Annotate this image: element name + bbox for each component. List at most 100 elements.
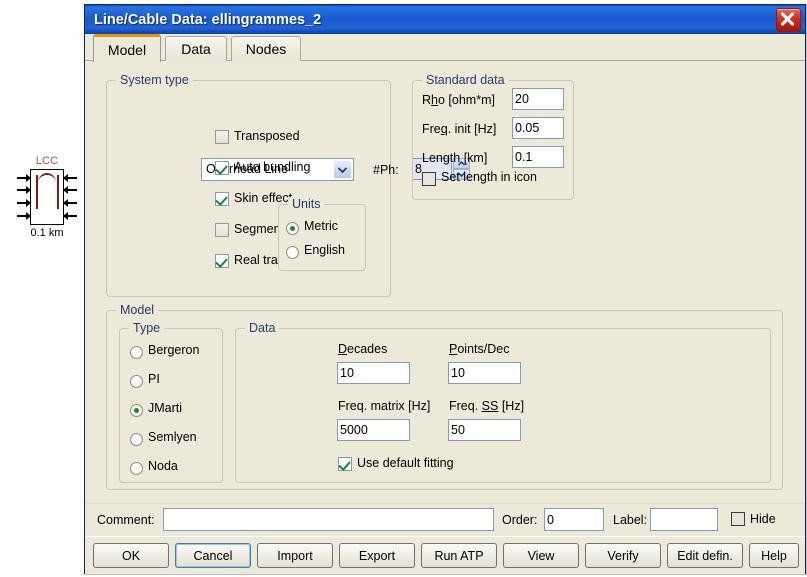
- lcc-pin-right-4[interactable]: [63, 212, 77, 220]
- view-button[interactable]: View: [503, 543, 579, 568]
- lcc-pin-right-3[interactable]: [63, 199, 77, 207]
- cancel-button[interactable]: Cancel: [175, 543, 251, 568]
- export-button[interactable]: Export: [339, 543, 415, 568]
- checkbox-real-transf-matrix[interactable]: [215, 254, 229, 268]
- rho-label: Rho [ohm*m]: [422, 93, 495, 107]
- freq-init-input[interactable]: [512, 117, 564, 139]
- order-label: Order:: [502, 513, 538, 527]
- import-button[interactable]: Import: [257, 543, 333, 568]
- lcc-pin-right-2[interactable]: [63, 186, 77, 194]
- model-type-group-label: Type: [129, 321, 165, 335]
- tab-nodes[interactable]: Nodes: [231, 36, 301, 61]
- help-button[interactable]: Help: [749, 543, 799, 568]
- freq-matrix-label: Freq. matrix [Hz]: [338, 399, 431, 413]
- ok-button[interactable]: OK: [93, 543, 169, 568]
- dialog-body: System type Overhead Line #Ph: Transpose…: [85, 62, 805, 503]
- radio-pi[interactable]: [130, 375, 143, 388]
- lcc-component-name: LCC: [35, 155, 59, 167]
- ok-button-label: OK: [121, 548, 141, 563]
- freq-matrix-input[interactable]: [337, 419, 410, 441]
- freq-ss-label: Freq. SS [Hz]: [449, 399, 525, 413]
- checkbox-use-default-fitting[interactable]: [338, 457, 352, 471]
- radio-semlyen-label: Semlyen: [148, 430, 197, 444]
- dialog-titlebar[interactable]: Line/Cable Data: ellingrammes_2: [85, 5, 805, 34]
- checkbox-skin-effect-label: Skin effect: [234, 191, 293, 205]
- dialog-title: Line/Cable Data: ellingrammes_2: [94, 11, 322, 28]
- lcc-pin-left-1[interactable]: [17, 174, 31, 182]
- close-icon[interactable]: [776, 8, 801, 32]
- dialog-button-row: OK Cancel Import Export Run ATP View Ver…: [85, 536, 805, 574]
- label-input[interactable]: [650, 508, 718, 531]
- export-button-label: Export: [358, 548, 396, 563]
- radio-jmarti-label: JMarti: [148, 401, 183, 415]
- comment-input[interactable]: [163, 508, 494, 531]
- radio-bergeron-label: Bergeron: [148, 343, 200, 357]
- checkbox-auto-bundling[interactable]: [215, 161, 229, 175]
- model-group-label: Model: [116, 303, 159, 317]
- radio-pi-label: PI: [148, 372, 160, 386]
- label-label: Label:: [613, 513, 648, 527]
- length-input[interactable]: [512, 146, 564, 168]
- tab-bar: Model Data Nodes: [85, 34, 805, 62]
- radio-metric[interactable]: [286, 222, 299, 235]
- checkbox-hide-label: Hide: [750, 512, 776, 526]
- order-input[interactable]: [544, 508, 604, 531]
- phases-label: #Ph:: [373, 163, 399, 177]
- radio-english-label: English: [304, 243, 345, 257]
- freq-init-label: Freq. init [Hz]: [422, 122, 497, 136]
- checkbox-use-default-fitting-label: Use default fitting: [357, 456, 454, 470]
- radio-metric-label: Metric: [304, 219, 339, 233]
- rho-input[interactable]: [512, 88, 564, 110]
- lcc-pin-left-3[interactable]: [17, 199, 31, 207]
- points-per-dec-input[interactable]: [448, 362, 521, 384]
- chevron-down-icon[interactable]: [333, 160, 352, 179]
- checkbox-set-length-in-icon-label: Set length in icon: [441, 170, 537, 184]
- checkbox-transposed[interactable]: [215, 130, 229, 144]
- radio-jmarti[interactable]: [130, 404, 143, 417]
- lcc-pin-left-4[interactable]: [17, 212, 31, 220]
- edit-defin-button-label: Edit defin.: [677, 548, 733, 563]
- radio-english[interactable]: [286, 246, 299, 259]
- radio-semlyen[interactable]: [130, 433, 143, 446]
- radio-noda[interactable]: [130, 462, 143, 475]
- model-data-group-label: Data: [245, 321, 280, 335]
- checkbox-set-length-in-icon[interactable]: [422, 172, 436, 186]
- comment-label: Comment:: [97, 513, 155, 527]
- checkbox-segmented-ground[interactable]: [215, 223, 229, 237]
- radio-noda-label: Noda: [148, 459, 178, 473]
- lcc-length-label: 0.1 km: [30, 227, 64, 239]
- lcc-pin-right-1[interactable]: [63, 174, 77, 182]
- tab-nodes-label: Nodes: [245, 41, 287, 57]
- line-cable-data-dialog: Line/Cable Data: ellingrammes_2 Model Da…: [84, 4, 806, 574]
- verify-button[interactable]: Verify: [585, 543, 661, 568]
- edit-defin-button[interactable]: Edit defin.: [667, 543, 743, 568]
- decades-input[interactable]: [337, 362, 410, 384]
- import-button-label: Import: [277, 548, 313, 563]
- tab-model[interactable]: Model: [93, 34, 161, 62]
- system-type-group-label: System type: [116, 73, 193, 87]
- freq-ss-input[interactable]: [448, 419, 521, 441]
- checkbox-hide[interactable]: [731, 512, 745, 526]
- checkbox-auto-bundling-label: Auto bundling: [234, 160, 311, 174]
- length-label: Length [km]: [422, 151, 488, 165]
- checkbox-transposed-label: Transposed: [234, 129, 300, 143]
- cancel-button-label: Cancel: [193, 548, 233, 563]
- lcc-conductor-right: [57, 175, 59, 209]
- help-button-label: Help: [761, 548, 787, 563]
- points-per-dec-label: Points/Dec: [449, 342, 510, 356]
- footer-bar: Comment: Order: Label: Hide: [85, 503, 805, 537]
- checkbox-skin-effect[interactable]: [215, 192, 229, 206]
- lcc-pin-left-2[interactable]: [17, 186, 31, 194]
- lcc-component-icon[interactable]: LCC 0.1 km: [16, 155, 78, 245]
- standard-data-group-label: Standard data: [422, 73, 509, 87]
- tab-data[interactable]: Data: [165, 36, 227, 61]
- decades-label: Decades: [338, 342, 388, 356]
- view-button-label: View: [527, 548, 555, 563]
- run-atp-button[interactable]: Run ATP: [421, 543, 497, 568]
- units-group-label: Units: [288, 197, 325, 211]
- tab-data-label: Data: [181, 41, 211, 57]
- units-group: Units: [278, 197, 366, 271]
- verify-button-label: Verify: [607, 548, 639, 563]
- run-atp-button-label: Run ATP: [434, 548, 484, 563]
- radio-bergeron[interactable]: [130, 346, 143, 359]
